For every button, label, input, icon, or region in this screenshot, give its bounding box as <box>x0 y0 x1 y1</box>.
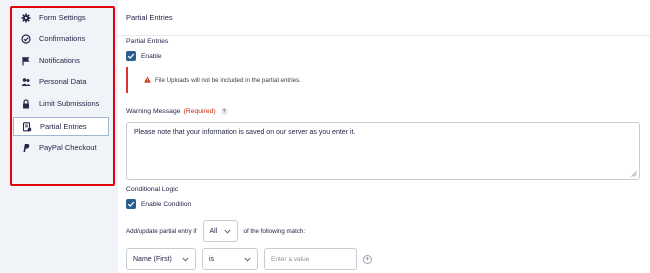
sidebar-item-notifications[interactable]: Notifications <box>13 51 109 70</box>
enable-label: Enable <box>141 52 162 60</box>
sidebar-item-personal-data[interactable]: Personal Data <box>13 72 109 91</box>
sidebar-item-partial-entries[interactable]: Partial Entries <box>13 117 109 136</box>
sidebar-item-label: Personal Data <box>39 77 87 86</box>
condition-suffix: of the following match: <box>243 227 306 235</box>
page-title: Partial Entries <box>126 13 173 22</box>
sidebar-item-label: Form Settings <box>39 13 86 22</box>
file-uploads-notice: File Uploads will not be included in the… <box>126 67 640 93</box>
condition-rule-row: Name (First) is Enter a value + <box>126 248 372 270</box>
enable-condition-checkbox[interactable] <box>126 199 136 209</box>
warning-message-text: Please note that your information is sav… <box>134 129 356 136</box>
sidebar-item-paypal-checkout[interactable]: PayPal Checkout <box>13 138 109 157</box>
match-type-select[interactable]: All <box>202 220 238 242</box>
rule-value-input[interactable]: Enter a value <box>264 248 357 270</box>
rule-field-value: Name (First) <box>133 255 172 263</box>
users-icon <box>21 77 31 87</box>
settings-panel: Partial Entries Partial Entries Enable F… <box>118 0 650 273</box>
lock-icon <box>21 98 31 109</box>
required-indicator: (Required) <box>183 108 216 115</box>
condition-prefix: Add/update partial entry if <box>126 227 197 235</box>
help-icon[interactable]: ? <box>220 108 228 115</box>
chevron-down-icon <box>223 229 231 234</box>
warning-icon <box>144 75 151 85</box>
sidebar-item-label: Confirmations <box>39 34 86 43</box>
sidebar-item-label: Notifications <box>39 56 80 65</box>
paypal-icon <box>21 143 31 153</box>
chevron-down-icon <box>182 257 189 262</box>
resize-handle-icon[interactable] <box>631 171 637 177</box>
sidebar-item-label: PayPal Checkout <box>39 143 97 152</box>
sidebar-item-form-settings[interactable]: Form Settings <box>13 8 109 27</box>
sidebar-item-label: Partial Entries <box>40 122 87 131</box>
sidebar-item-limit-submissions[interactable]: Limit Submissions <box>13 94 109 113</box>
warning-message-label-text: Warning Message <box>126 108 181 115</box>
sidebar-item-label: Limit Submissions <box>39 99 100 108</box>
add-rule-button[interactable]: + <box>363 254 372 264</box>
rule-operator-value: is <box>209 255 215 263</box>
condition-sentence: Add/update partial entry if All of the f… <box>126 220 305 242</box>
rule-operator-select[interactable]: is <box>202 248 258 270</box>
sidebar-item-confirmations[interactable]: Confirmations <box>13 29 109 48</box>
rule-field-select[interactable]: Name (First) <box>126 248 196 270</box>
panel-header: Partial Entries <box>118 0 650 36</box>
gear-icon <box>21 13 31 23</box>
conditional-logic-label: Conditional Logic <box>126 186 179 193</box>
chevron-down-icon <box>244 257 251 262</box>
enable-checkbox[interactable] <box>126 51 136 61</box>
enable-checkbox-row[interactable]: Enable <box>126 51 162 61</box>
enable-condition-checkbox-row[interactable]: Enable Condition <box>126 199 191 209</box>
enable-condition-label: Enable Condition <box>141 200 192 208</box>
warning-message-textarea[interactable]: Please note that your information is sav… <box>126 122 640 180</box>
check-circle-icon <box>21 33 31 44</box>
notice-text: File Uploads will not be included in the… <box>155 76 301 84</box>
match-type-value: All <box>209 227 218 235</box>
settings-sidebar: Form Settings Confirmations Notification… <box>0 0 118 273</box>
partial-entries-icon <box>22 121 32 132</box>
warning-message-label: Warning Message (Required) ? <box>126 108 228 115</box>
rule-value-placeholder: Enter a value <box>271 255 310 263</box>
partial-entries-section-label: Partial Entries <box>126 38 169 45</box>
flag-icon <box>21 56 31 66</box>
